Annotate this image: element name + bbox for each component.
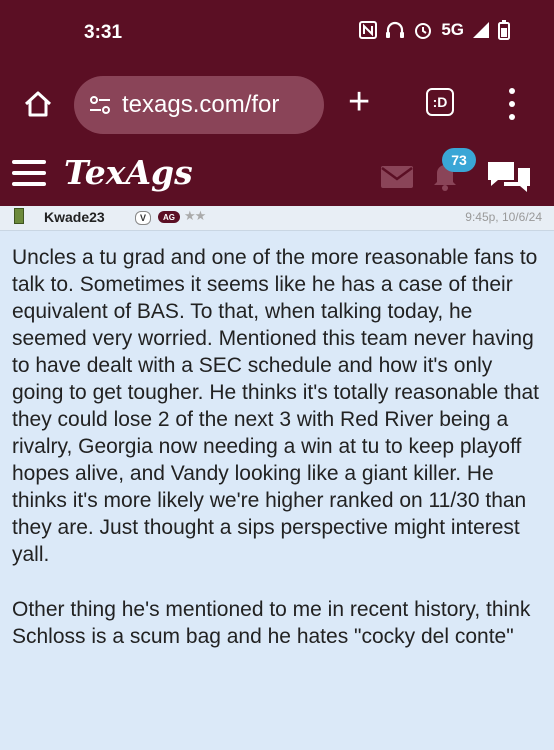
post-username[interactable]: Kwade23 [44, 209, 105, 225]
home-icon[interactable] [22, 88, 54, 120]
chat-icon[interactable] [486, 158, 532, 194]
verified-badge: V [135, 211, 151, 225]
signal-icon [473, 22, 489, 38]
tab-switcher-button[interactable]: :D [426, 88, 454, 116]
post-paragraph: Uncles a tu grad and one of the more rea… [12, 246, 540, 566]
headphones-icon [386, 21, 405, 38]
notification-badge[interactable]: 73 [442, 148, 476, 172]
school-badge: AG [158, 211, 180, 223]
status-time: 3:31 [84, 22, 123, 43]
battery-icon [498, 20, 510, 40]
network-type: 5G [441, 20, 464, 39]
new-tab-button[interactable]: + [348, 82, 370, 122]
status-bar: 3:31 5G [0, 0, 554, 68]
site-header: TexAgs 73 [0, 142, 554, 206]
post-timestamp: 9:45p, 10/6/24 [465, 210, 542, 224]
nfc-icon [359, 21, 378, 39]
mail-icon[interactable] [380, 165, 414, 189]
post-paragraph: Other thing he's mentioned to me in rece… [12, 598, 531, 648]
site-settings-icon[interactable] [88, 93, 112, 117]
post-body: Uncles a tu grad and one of the more rea… [12, 244, 544, 650]
browser-toolbar: texags.com/for + :D [0, 68, 554, 142]
browser-menu-button[interactable] [508, 88, 516, 120]
status-icons: 5G [359, 20, 510, 40]
user-rating-stars: ★★ [184, 208, 206, 223]
site-logo[interactable]: TexAgs [64, 153, 193, 192]
forum-post: Kwade23 V AG ★★ 9:45p, 10/6/24 Uncles a … [0, 206, 554, 750]
url-text: texags.com/for [122, 91, 280, 118]
user-level-icon [14, 208, 24, 224]
post-header: Kwade23 V AG ★★ 9:45p, 10/6/24 [0, 206, 554, 231]
address-bar[interactable]: texags.com/for [74, 76, 324, 134]
hamburger-menu-icon[interactable] [12, 160, 46, 186]
alarm-icon [415, 23, 432, 39]
